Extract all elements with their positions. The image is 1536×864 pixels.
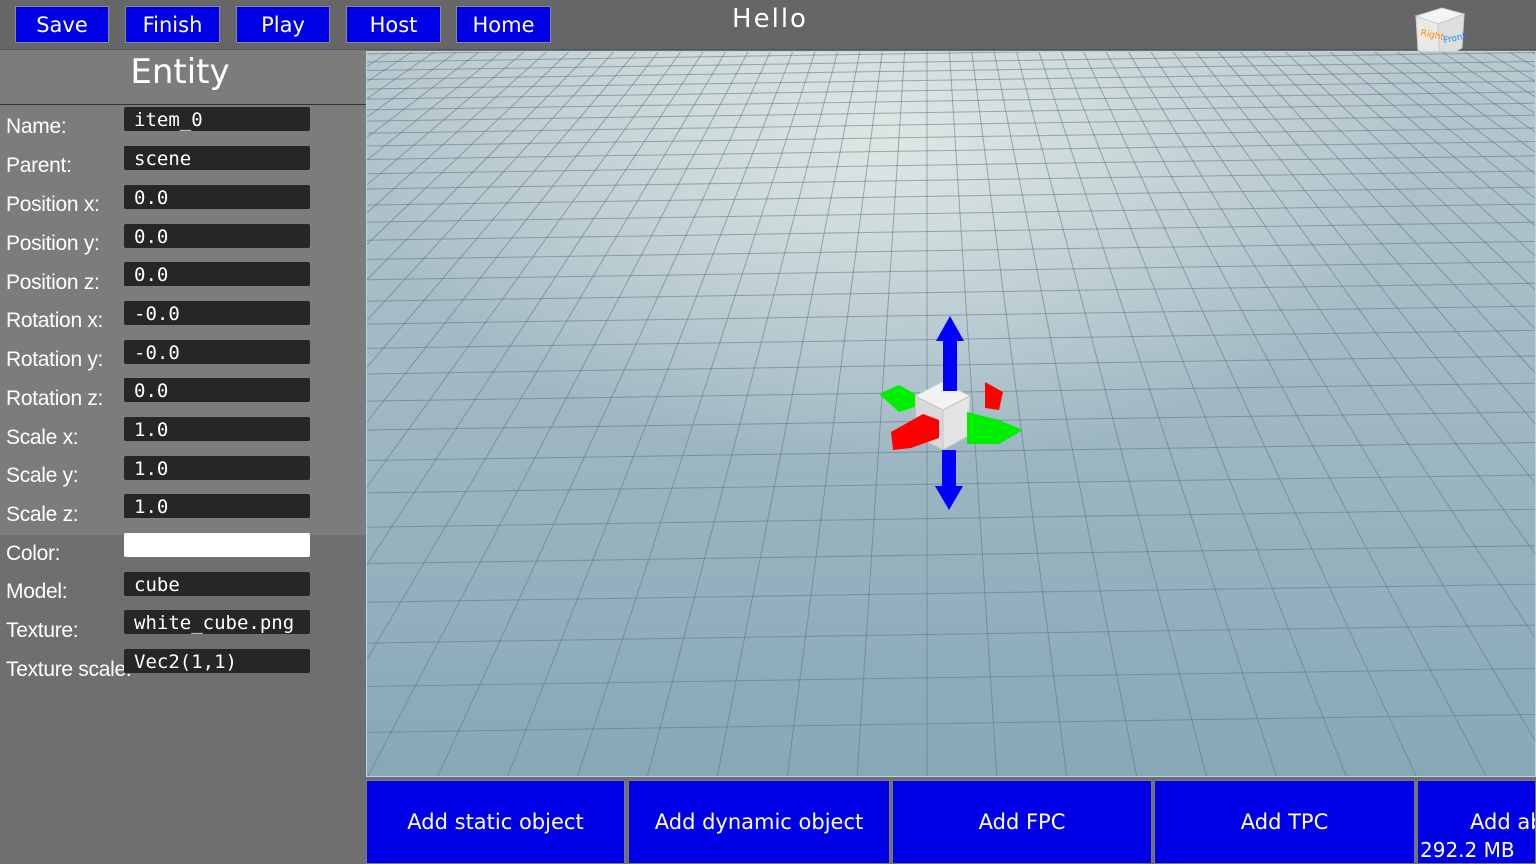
- save-button[interactable]: Save: [15, 6, 109, 43]
- field-label-position-y: Position y:: [6, 232, 100, 255]
- add-dynamic-object-button[interactable]: Add dynamic object: [628, 780, 890, 864]
- entity-panel-title: Entity: [130, 52, 230, 92]
- top-toolbar: Save Finish Play Host Home Hello: [0, 0, 1536, 50]
- rotation-z-input[interactable]: 0.0: [124, 378, 310, 402]
- field-label-rotation-z: Rotation z:: [6, 387, 104, 410]
- rotation-x-input[interactable]: -0.0: [124, 301, 310, 325]
- field-label-scale-z: Scale z:: [6, 503, 79, 526]
- field-label-scale-x: Scale x:: [6, 426, 79, 449]
- scale-y-input[interactable]: 1.0: [124, 456, 310, 480]
- gizmo-y-axis-up[interactable]: [943, 339, 957, 391]
- scale-x-input[interactable]: 1.0: [124, 417, 310, 441]
- model-input[interactable]: cube: [124, 572, 310, 596]
- add-static-object-button[interactable]: Add static object: [366, 780, 625, 864]
- entity-panel-header: Entity: [0, 50, 366, 105]
- position-z-input[interactable]: 0.0: [124, 262, 310, 286]
- texture-scale-input[interactable]: Vec2(1,1): [124, 649, 310, 673]
- add-tpc-button[interactable]: Add TPC: [1154, 780, 1415, 864]
- bottom-toolbar: Add static object Add dynamic object Add…: [366, 778, 1536, 864]
- position-y-input[interactable]: 0.0: [124, 224, 310, 248]
- field-label-position-x: Position x:: [6, 193, 100, 216]
- parent-input[interactable]: scene: [124, 146, 310, 170]
- name-input[interactable]: item_0: [124, 107, 310, 131]
- field-label-rotation-y: Rotation y:: [6, 348, 104, 371]
- field-label-rotation-x: Rotation x:: [6, 309, 104, 332]
- field-label-name: Name:: [6, 115, 67, 138]
- field-label-model: Model:: [6, 580, 68, 603]
- field-label-scale-y: Scale y:: [6, 464, 79, 487]
- gizmo-y-axis-down[interactable]: [942, 450, 956, 486]
- field-label-parent: Parent:: [6, 154, 72, 177]
- field-label-texture: Texture:: [6, 619, 79, 642]
- add-fpc-button[interactable]: Add FPC: [892, 780, 1152, 864]
- field-label-position-z: Position z:: [6, 271, 100, 294]
- field-label-color: Color:: [6, 542, 61, 565]
- memory-usage-label: 292.2 MB: [1420, 838, 1515, 862]
- texture-input[interactable]: white_cube.png: [124, 610, 310, 634]
- home-button[interactable]: Home: [456, 6, 551, 43]
- play-button[interactable]: Play: [236, 6, 330, 43]
- rotation-y-input[interactable]: -0.0: [124, 340, 310, 364]
- window-title: Hello: [732, 4, 808, 34]
- scale-z-input[interactable]: 1.0: [124, 494, 310, 518]
- host-button[interactable]: Host: [346, 6, 441, 43]
- color-swatch[interactable]: [124, 533, 310, 557]
- field-label-texture-scale: Texture scale:: [6, 658, 132, 681]
- finish-button[interactable]: Finish: [125, 6, 220, 43]
- position-x-input[interactable]: 0.0: [124, 185, 310, 209]
- scene-viewport[interactable]: [366, 51, 1536, 777]
- entity-panel: Entity Name: item_0 Parent: scene Positi…: [0, 50, 366, 864]
